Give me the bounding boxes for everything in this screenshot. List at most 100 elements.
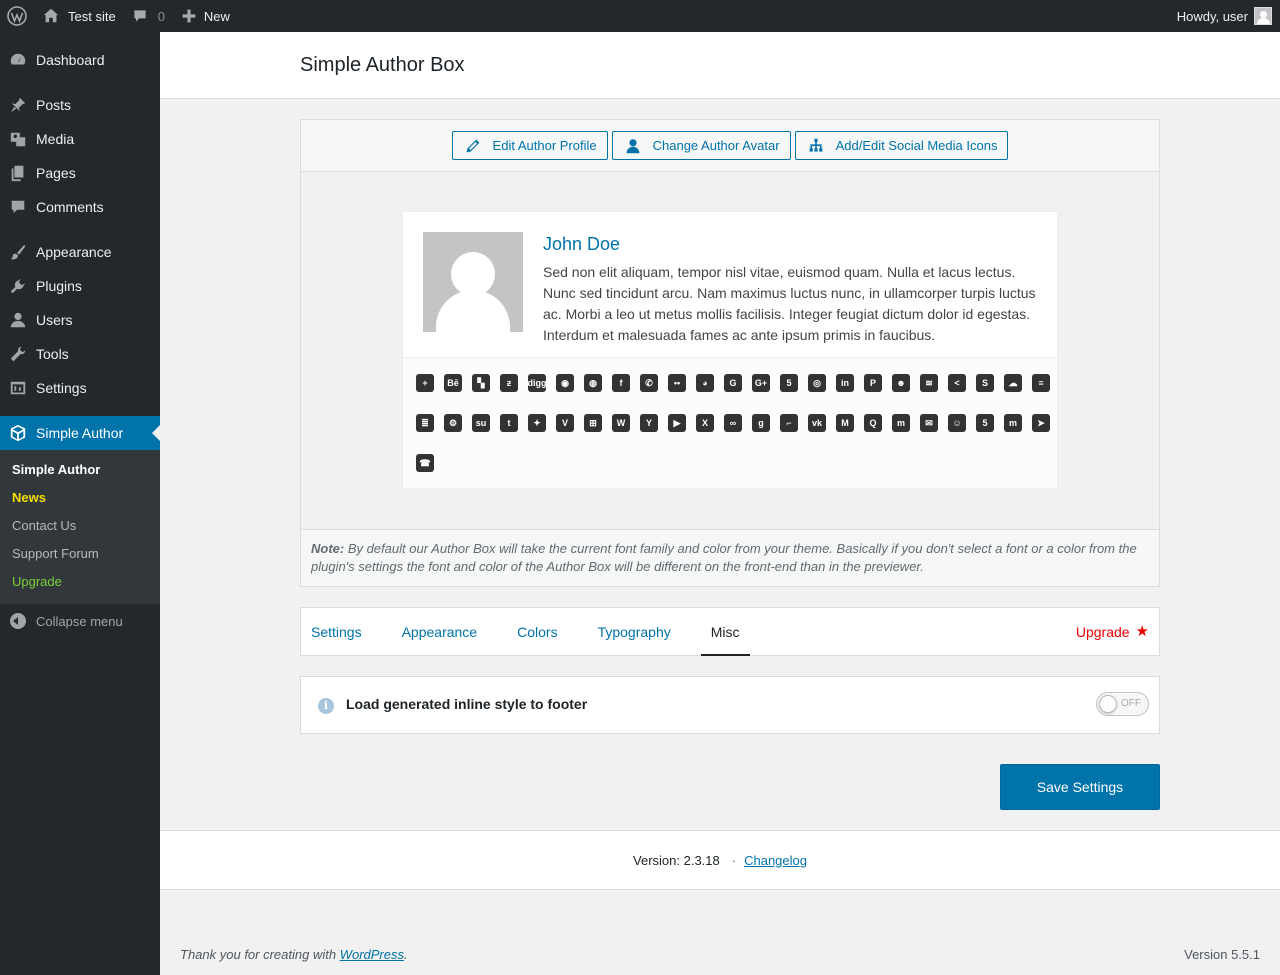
500px-icon[interactable]: 5 [971,410,999,450]
dribbble-icon[interactable]: ◍ [579,370,607,410]
social-icon-glyph: G+ [752,374,770,392]
twitter-icon[interactable]: ✦ [523,410,551,450]
behance-icon[interactable]: Bē [439,370,467,410]
save-settings-button[interactable]: Save Settings [1000,764,1160,810]
whatsapp-icon[interactable]: ✆ [635,370,663,410]
digg-icon[interactable]: digg [523,370,551,410]
reddit-icon[interactable]: ☻ [887,370,915,410]
info-icon[interactable]: i [318,698,334,714]
social-icon-glyph: vk [808,414,826,432]
rss-icon[interactable]: ≋ [915,370,943,410]
comments-link[interactable]: 0 [124,0,173,32]
twitch-icon[interactable]: ⌐ [775,410,803,450]
quora-icon[interactable]: Q [859,410,887,450]
mastodon-icon[interactable]: m [999,410,1027,450]
sidebar-item-users[interactable]: Users [0,303,160,337]
social-icon-glyph: ☁ [1004,374,1022,392]
note-text: By default our Author Box will take the … [311,541,1137,574]
wordpress-logo-icon[interactable] [0,0,34,32]
new-content-link[interactable]: New [173,0,238,32]
goodreads-icon[interactable]: g [747,410,775,450]
tab-misc[interactable]: Misc [700,608,750,656]
main-content: Simple Author Box Edit Author Profile Ch… [160,32,1280,975]
addthis-icon[interactable]: + [411,370,439,410]
vimeo-icon[interactable]: V [551,410,579,450]
spotify-icon[interactable]: ≡ [1027,370,1055,410]
social-icon-glyph: < [948,374,966,392]
mixcloud-icon[interactable]: ∞ [719,410,747,450]
skype-icon[interactable]: S [971,370,999,410]
sidebar-item-comments[interactable]: Comments [0,190,160,224]
xing-icon[interactable]: X [691,410,719,450]
meetup-icon[interactable]: m [887,410,915,450]
social-icon-glyph: ☺ [948,414,966,432]
tab-settings[interactable]: Settings [301,608,372,656]
social-icon-glyph: ☻ [892,374,910,392]
social-icon-glyph: ◎ [808,374,826,392]
facebook-icon[interactable]: f [607,370,635,410]
flickr-icon[interactable]: •• [663,370,691,410]
add-edit-social-icons-button[interactable]: Add/Edit Social Media Icons [794,131,1009,160]
change-author-avatar-button[interactable]: Change Author Avatar [611,131,791,160]
inline-style-footer-toggle[interactable]: OFF [1096,692,1149,716]
tab-typography[interactable]: Typography [588,608,681,656]
sidebar-item-posts[interactable]: Posts [0,88,160,122]
windows-icon[interactable]: ⊞ [579,410,607,450]
sidebar-item-appearance[interactable]: Appearance [0,235,160,269]
tab-upgrade[interactable]: Upgrade ★ [1066,608,1159,656]
medium-icon[interactable]: M [831,410,859,450]
social-icon-glyph: ⌐ [780,414,798,432]
changelog-link[interactable]: Changelog [744,853,807,868]
submenu-item-contact-us[interactable]: Contact Us [0,512,160,540]
submenu-item-news[interactable]: News [0,484,160,512]
steam-icon[interactable]: ⚙ [439,410,467,450]
instagram-icon[interactable]: ◎ [803,370,831,410]
sidebar-item-plugins[interactable]: Plugins [0,269,160,303]
delicious-icon[interactable]: ▚ [467,370,495,410]
snapchat-icon[interactable]: ☺ [943,410,971,450]
soundcloud-icon[interactable]: ☁ [999,370,1027,410]
sidebar-item-pages[interactable]: Pages [0,156,160,190]
wordpress-version: Version 5.5.1 [1184,947,1260,962]
stumbleupon-icon[interactable]: su [467,410,495,450]
sidebar-item-dashboard[interactable]: Dashboard [0,43,160,77]
googleplus-icon[interactable]: G+ [747,370,775,410]
github-icon[interactable]: ◕ [691,370,719,410]
submenu-item-simple-author[interactable]: Simple Author [0,456,160,484]
stackoverflow-icon[interactable]: ≣ [411,410,439,450]
yahoo-icon[interactable]: Y [635,410,663,450]
submenu-item-support-forum[interactable]: Support Forum [0,540,160,568]
tumblr-icon[interactable]: t [495,410,523,450]
cube-icon [8,423,28,443]
site-name-link[interactable]: Test site [34,0,124,32]
my-account-link[interactable]: Howdy, user [1169,0,1280,32]
discord-icon[interactable]: ◉ [551,370,579,410]
share-icon[interactable]: < [943,370,971,410]
collapse-menu-button[interactable]: Collapse menu [0,604,160,638]
sidebar-item-media[interactable]: Media [0,122,160,156]
deviantart-icon[interactable]: ƶ [495,370,523,410]
email-icon[interactable]: ✉ [915,410,943,450]
tab-appearance[interactable]: Appearance [392,608,488,656]
youtube-icon[interactable]: ▶ [663,410,691,450]
button-label: Change Author Avatar [652,138,780,153]
social-icon-glyph: su [472,414,490,432]
edit-author-profile-button[interactable]: Edit Author Profile [451,131,608,160]
linkedin-icon[interactable]: in [831,370,859,410]
vk-icon[interactable]: vk [803,410,831,450]
wordpress-link[interactable]: WordPress [340,947,404,962]
pinterest-icon[interactable]: P [859,370,887,410]
sidebar-item-tools[interactable]: Tools [0,337,160,371]
html5-icon[interactable]: 5 [775,370,803,410]
sidebar-item-label: Media [36,131,75,147]
sidebar-item-settings[interactable]: Settings [0,371,160,405]
phone-icon[interactable]: ☎ [411,450,439,490]
tab-colors[interactable]: Colors [507,608,567,656]
telegram-icon[interactable]: ➤ [1027,410,1055,450]
wordpress-icon[interactable]: W [607,410,635,450]
author-name[interactable]: John Doe [543,234,620,255]
google-icon[interactable]: G [719,370,747,410]
plugin-version: Version: 2.3.18 [633,852,720,868]
submenu-item-upgrade[interactable]: Upgrade [0,568,160,596]
sidebar-item-simple-author[interactable]: Simple Author [0,416,160,450]
